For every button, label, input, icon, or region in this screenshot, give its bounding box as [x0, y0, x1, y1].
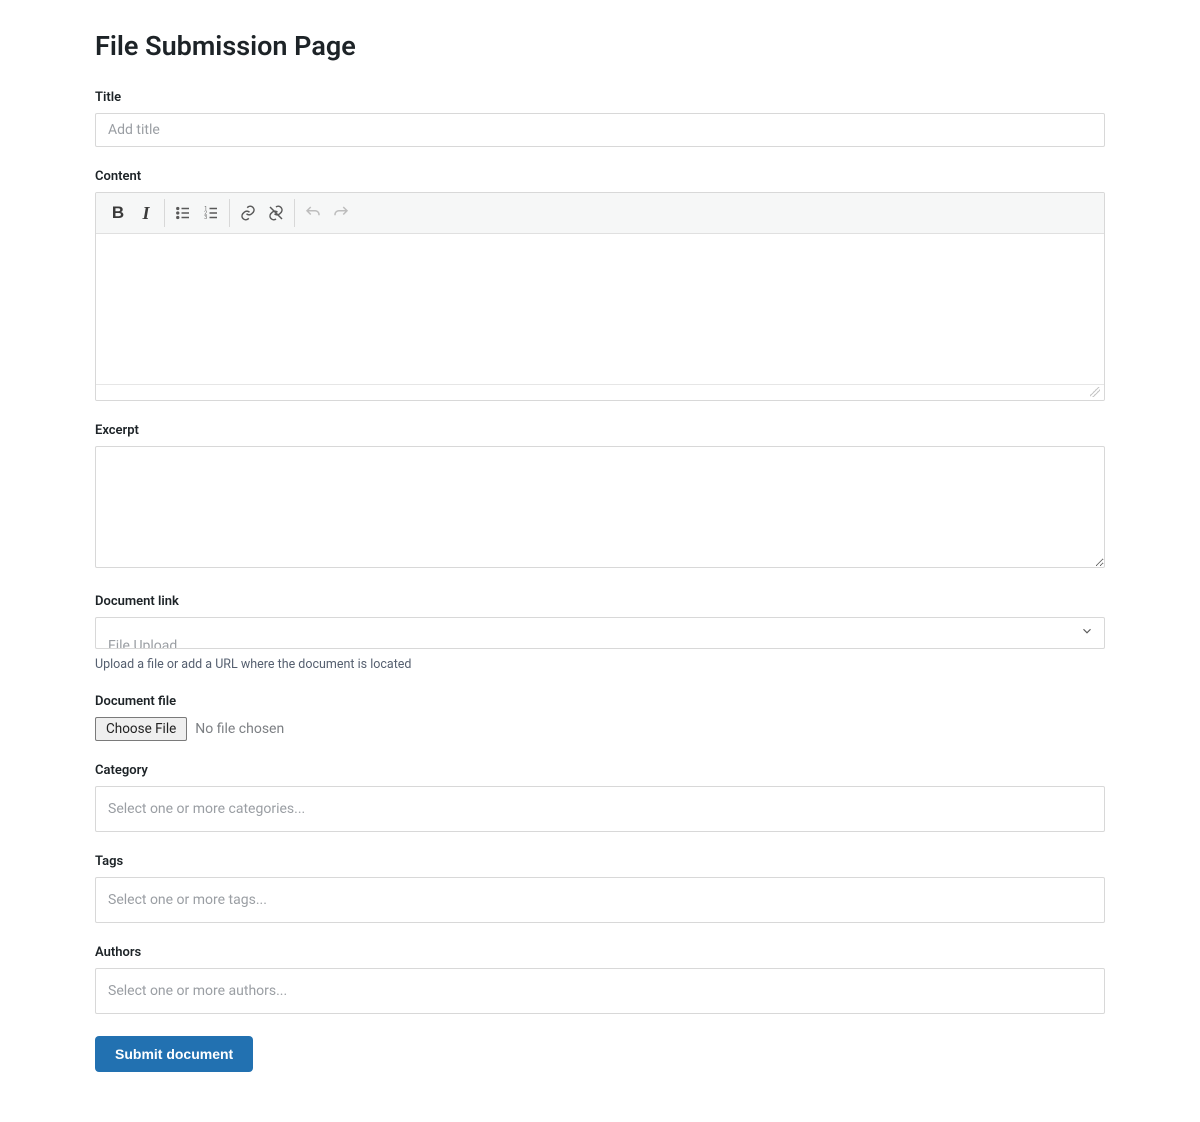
document-file-label: Document file: [95, 694, 1105, 709]
title-field: Title: [95, 90, 1105, 147]
bold-icon: B: [112, 203, 124, 223]
link-icon: [239, 204, 257, 222]
editor-resize-handle[interactable]: [96, 384, 1104, 400]
content-field: Content B I 123: [95, 169, 1105, 401]
content-label: Content: [95, 169, 1105, 184]
rich-text-editor: B I 123: [95, 192, 1105, 401]
svg-text:3: 3: [204, 215, 207, 221]
undo-icon: [304, 204, 322, 222]
bulleted-list-button[interactable]: [169, 199, 197, 227]
choose-file-button[interactable]: Choose File: [95, 717, 187, 741]
authors-placeholder: Select one or more authors...: [108, 983, 287, 999]
document-link-field: Document link File Upload Upload a file …: [95, 594, 1105, 672]
italic-icon: I: [142, 203, 149, 224]
category-field: Category Select one or more categories..…: [95, 763, 1105, 832]
content-input[interactable]: [96, 234, 1104, 384]
redo-icon: [332, 204, 350, 222]
authors-select[interactable]: Select one or more authors...: [95, 968, 1105, 1014]
excerpt-field: Excerpt: [95, 423, 1105, 572]
category-select[interactable]: Select one or more categories...: [95, 786, 1105, 832]
redo-button[interactable]: [327, 199, 355, 227]
undo-button[interactable]: [299, 199, 327, 227]
bulleted-list-icon: [174, 204, 192, 222]
document-link-select[interactable]: File Upload: [95, 617, 1105, 649]
tags-placeholder: Select one or more tags...: [108, 892, 267, 908]
unlink-button[interactable]: [262, 199, 290, 227]
page-title: File Submission Page: [95, 30, 1105, 62]
italic-button[interactable]: I: [132, 199, 160, 227]
document-link-value: File Upload: [108, 638, 177, 649]
bold-button[interactable]: B: [104, 199, 132, 227]
unlink-icon: [267, 204, 285, 222]
numbered-list-button[interactable]: 123: [197, 199, 225, 227]
title-input[interactable]: [95, 113, 1105, 147]
file-status: No file chosen: [195, 721, 284, 737]
excerpt-label: Excerpt: [95, 423, 1105, 438]
authors-label: Authors: [95, 945, 1105, 960]
tags-field: Tags Select one or more tags...: [95, 854, 1105, 923]
document-link-label: Document link: [95, 594, 1105, 609]
chevron-down-icon: [1080, 624, 1094, 642]
numbered-list-icon: 123: [202, 204, 220, 222]
title-label: Title: [95, 90, 1105, 105]
tags-select[interactable]: Select one or more tags...: [95, 877, 1105, 923]
document-link-helper: Upload a file or add a URL where the doc…: [95, 657, 1105, 672]
link-button[interactable]: [234, 199, 262, 227]
excerpt-input[interactable]: [95, 446, 1105, 568]
category-placeholder: Select one or more categories...: [108, 801, 305, 817]
submit-document-button[interactable]: Submit document: [95, 1036, 253, 1072]
category-label: Category: [95, 763, 1105, 778]
editor-toolbar: B I 123: [96, 193, 1104, 234]
authors-field: Authors Select one or more authors...: [95, 945, 1105, 1014]
document-file-field: Document file Choose File No file chosen: [95, 694, 1105, 741]
tags-label: Tags: [95, 854, 1105, 869]
